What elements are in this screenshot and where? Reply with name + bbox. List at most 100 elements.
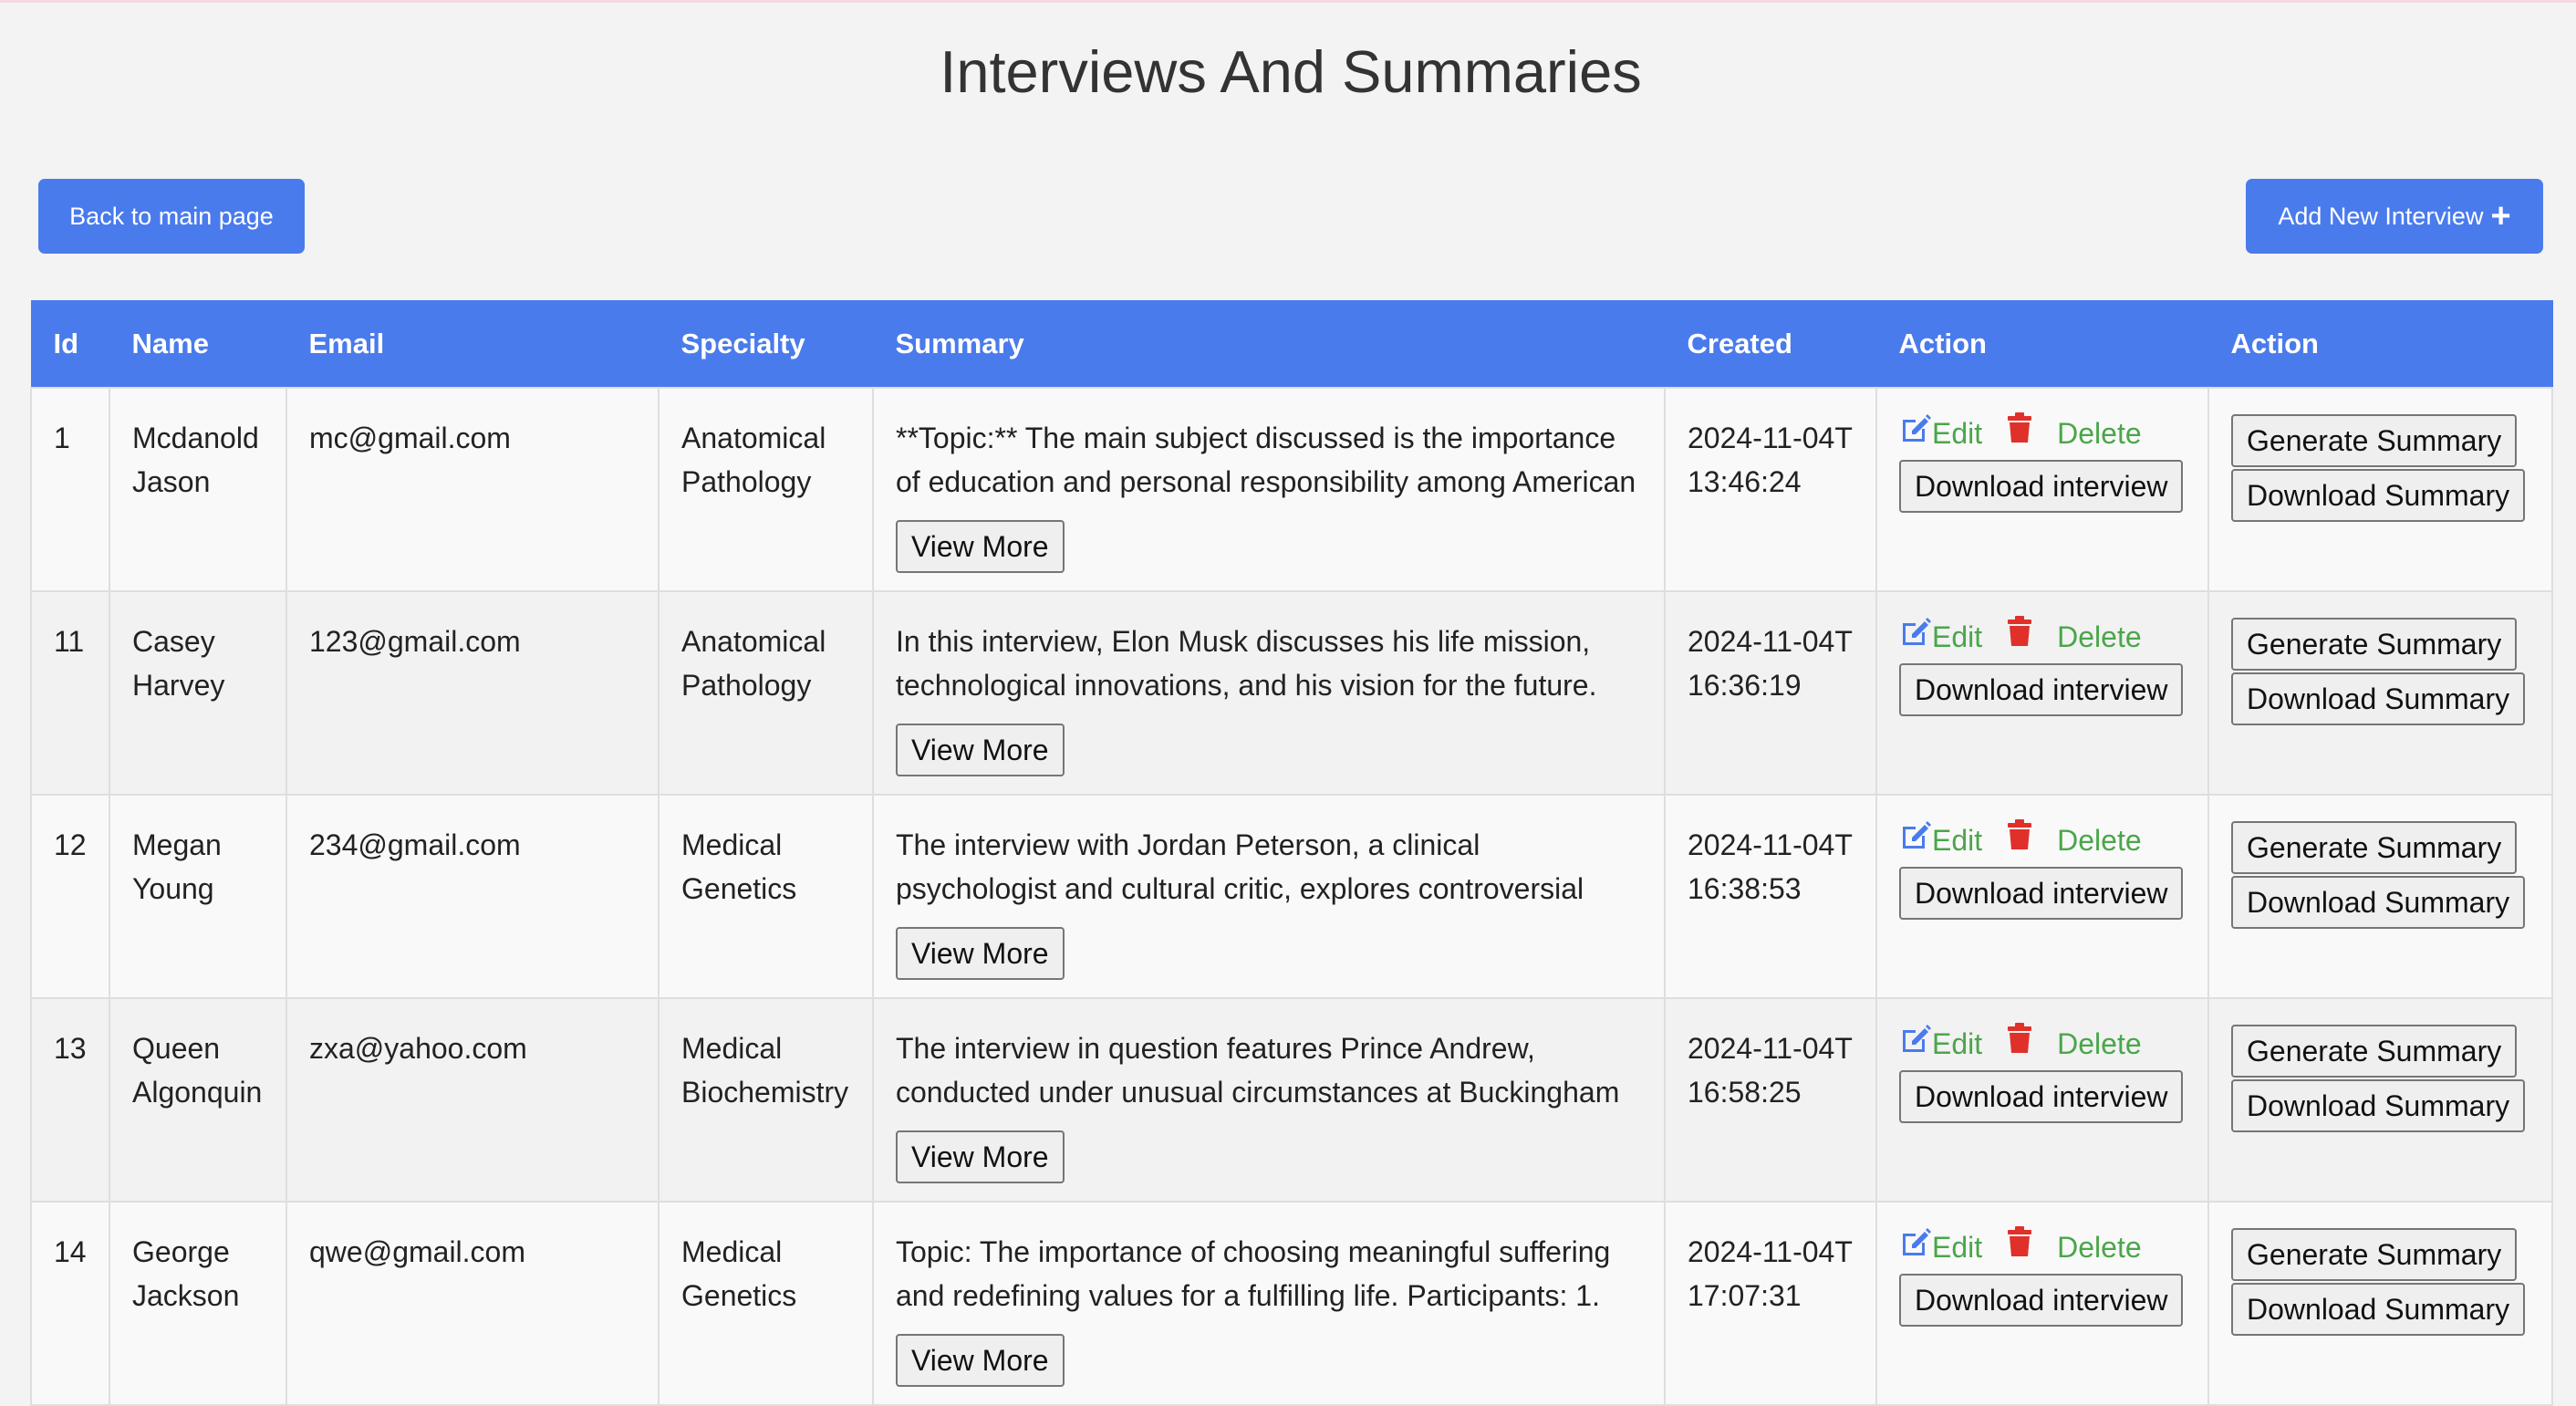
back-to-main-label: Back to main page [69, 202, 274, 230]
cell-created: 2024-11-04T16:58:25 [1664, 997, 1877, 1203]
table-header-row: Id Name Email Specialty Summary Created … [30, 300, 2553, 388]
cell-name: Megan Young [109, 794, 287, 999]
row-created: 2024-11-04T13:46:24 [1688, 422, 1853, 498]
plus-icon: + [2490, 197, 2511, 235]
generate-summary-button[interactable]: Generate Summary [2231, 1025, 2518, 1078]
download-interview-button[interactable]: Download interview [1899, 1070, 2184, 1123]
generate-summary-button[interactable]: Generate Summary [2231, 618, 2518, 671]
delete-link[interactable]: Delete [2006, 615, 2142, 659]
edit-link[interactable]: Edit [1899, 615, 1982, 659]
trash-icon [2006, 615, 2033, 659]
cell-action-summary: Generate Summary Download Summary [2207, 590, 2553, 796]
row-name: Megan Young [132, 828, 222, 905]
trash-icon [2006, 818, 2033, 862]
edit-icon [1899, 818, 1932, 862]
cell-email: mc@gmail.com [286, 387, 660, 592]
table-row: 12 Megan Young 234@gmail.com Medical Geneti… [30, 794, 2553, 999]
edit-label: Edit [1932, 620, 1983, 653]
cell-name: George Jackson [109, 1201, 287, 1406]
view-more-button[interactable]: View More [896, 1334, 1065, 1387]
row-summary: In this interview, Elon Musk discusses h… [896, 625, 1597, 702]
table-row: 13 Queen Algonquin zxa@yahoo.com Medical Bi… [30, 997, 2553, 1203]
row-email: qwe@gmail.com [309, 1235, 525, 1268]
row-summary: Topic: The importance of choosing meanin… [896, 1235, 1611, 1312]
add-new-interview-label: Add New Interview [2278, 202, 2484, 230]
row-id: 1 [54, 422, 70, 454]
header-name: Name [109, 300, 287, 388]
edit-icon [1899, 615, 1932, 659]
row-specialty: Medical Biochemistry [681, 1032, 849, 1109]
cell-action-summary: Generate Summary Download Summary [2207, 387, 2553, 592]
download-interview-button[interactable]: Download interview [1899, 663, 2184, 716]
cell-name: Queen Algonquin [109, 997, 287, 1203]
cell-action-edit-delete: Edit Delete Download interview [1875, 997, 2209, 1203]
row-id: 13 [54, 1032, 87, 1065]
add-new-interview-button[interactable]: Add New Interview + [2246, 179, 2543, 254]
header-specialty: Specialty [658, 300, 874, 388]
cell-summary: The interview with Jordan Peterson, a cl… [872, 794, 1666, 999]
delete-link[interactable]: Delete [2006, 411, 2142, 455]
view-more-button[interactable]: View More [896, 1130, 1065, 1183]
trash-icon [2006, 1225, 2033, 1269]
interviews-table: Id Name Email Specialty Summary Created … [30, 300, 2553, 1406]
table-row: 14 George Jackson qwe@gmail.com Medical Gen… [30, 1201, 2553, 1406]
cell-action-summary: Generate Summary Download Summary [2207, 794, 2553, 999]
download-interview-button[interactable]: Download interview [1899, 460, 2184, 513]
row-id: 14 [54, 1235, 87, 1268]
cell-specialty: Anatomical Pathology [658, 590, 874, 796]
table-row: 1 Mcdanold Jason mc@gmail.com Anatomical Pa… [30, 387, 2553, 592]
top-border [0, 0, 2576, 3]
cell-specialty: Medical Genetics [658, 794, 874, 999]
edit-link[interactable]: Edit [1899, 1022, 1982, 1066]
delete-label: Delete [2057, 824, 2142, 857]
generate-summary-button[interactable]: Generate Summary [2231, 414, 2518, 467]
header-email: Email [286, 300, 660, 388]
header-summary: Summary [872, 300, 1666, 388]
generate-summary-button[interactable]: Generate Summary [2231, 821, 2518, 874]
cell-specialty: Medical Genetics [658, 1201, 874, 1406]
edit-link[interactable]: Edit [1899, 1225, 1982, 1269]
edit-link[interactable]: Edit [1899, 818, 1982, 862]
header-created: Created [1664, 300, 1877, 388]
trash-icon [2006, 1022, 2033, 1066]
download-summary-button[interactable]: Download Summary [2231, 1079, 2526, 1132]
download-summary-button[interactable]: Download Summary [2231, 672, 2526, 725]
delete-label: Delete [2057, 620, 2142, 653]
delete-link[interactable]: Delete [2006, 1022, 2142, 1066]
download-interview-button[interactable]: Download interview [1899, 1274, 2184, 1327]
generate-summary-button[interactable]: Generate Summary [2231, 1228, 2518, 1281]
view-more-button[interactable]: View More [896, 927, 1065, 980]
delete-link[interactable]: Delete [2006, 818, 2142, 862]
edit-label: Edit [1932, 1027, 1983, 1060]
row-email: 234@gmail.com [309, 828, 521, 861]
row-summary: The interview in question features Princ… [896, 1032, 1620, 1109]
cell-id: 1 [30, 387, 110, 592]
edit-icon [1899, 1022, 1932, 1066]
download-summary-button[interactable]: Download Summary [2231, 469, 2526, 522]
row-created: 2024-11-04T16:36:19 [1688, 625, 1853, 702]
cell-id: 11 [30, 590, 110, 796]
view-more-button[interactable]: View More [896, 724, 1065, 776]
cell-created: 2024-11-04T13:46:24 [1664, 387, 1877, 592]
edit-label: Edit [1932, 1231, 1983, 1264]
edit-icon [1899, 1225, 1932, 1269]
cell-email: qwe@gmail.com [286, 1201, 660, 1406]
delete-link[interactable]: Delete [2006, 1225, 2142, 1269]
row-summary: **Topic:** The main subject discussed is… [896, 422, 1636, 498]
cell-name: Casey Harvey [109, 590, 287, 796]
view-more-button[interactable]: View More [896, 520, 1065, 573]
page-title: Interviews And Summaries [940, 38, 1642, 105]
delete-label: Delete [2057, 417, 2142, 450]
edit-label: Edit [1932, 824, 1983, 857]
download-summary-button[interactable]: Download Summary [2231, 1283, 2526, 1336]
download-interview-button[interactable]: Download interview [1899, 867, 2184, 920]
delete-label: Delete [2057, 1231, 2142, 1264]
edit-icon [1899, 411, 1932, 455]
cell-summary: The interview in question features Princ… [872, 997, 1666, 1203]
delete-label: Delete [2057, 1027, 2142, 1060]
back-to-main-button[interactable]: Back to main page [38, 179, 305, 254]
edit-link[interactable]: Edit [1899, 411, 1982, 455]
download-summary-button[interactable]: Download Summary [2231, 876, 2526, 929]
cell-action-edit-delete: Edit Delete Download interview [1875, 794, 2209, 999]
row-created: 2024-11-04T16:58:25 [1688, 1032, 1853, 1109]
